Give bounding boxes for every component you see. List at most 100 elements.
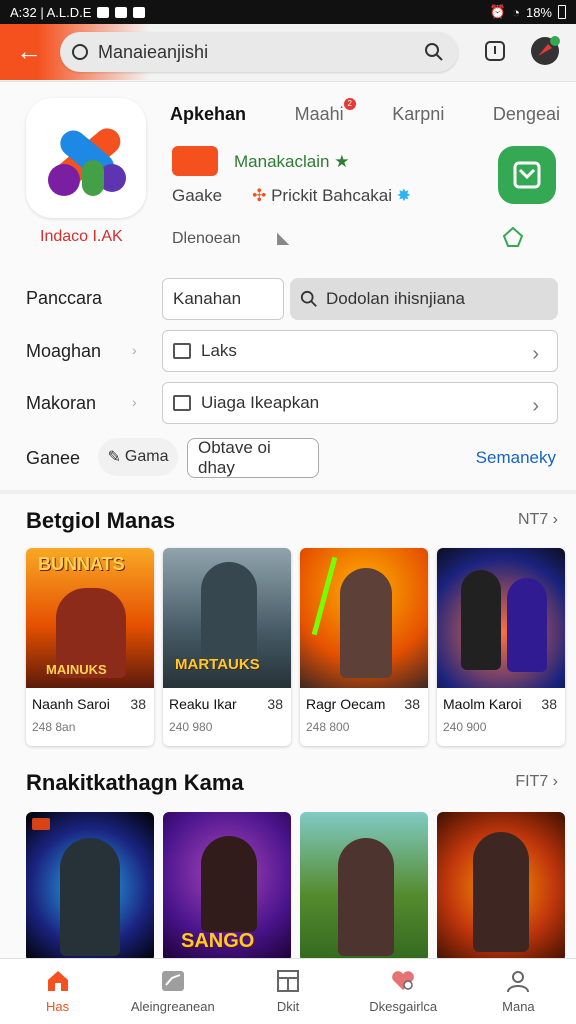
nav-favorites[interactable]: Dkesgairlca [346, 959, 461, 1024]
see-more-link[interactable]: FIT7 › [515, 773, 558, 791]
grid-icon [277, 970, 299, 992]
game-card[interactable] [437, 812, 565, 962]
game-chip-label: Gama [124, 448, 169, 465]
tab-maahi[interactable]: Maahi 2 [294, 98, 356, 125]
game-count: 38 [541, 696, 557, 712]
game-card[interactable]: SANGO [163, 812, 291, 962]
chart-icon [161, 971, 184, 991]
filter-search-value: Dodolan ihisnjiana [326, 289, 465, 308]
game-thumbnail: BUNNATS MAINUKS [26, 548, 154, 688]
links-field[interactable]: Laks › [162, 330, 558, 372]
pen-icon: ✎ [107, 449, 121, 466]
thumbnail-art-text: BUNNATS [38, 554, 125, 574]
row-label-2: Moaghan [26, 341, 102, 361]
tab-badge: 2 [343, 98, 356, 110]
hero-figure [201, 562, 257, 666]
nav-label: Aleingreanean [130, 999, 215, 1014]
search-icon[interactable] [424, 42, 444, 62]
nav-trending[interactable]: Aleingreanean [115, 959, 230, 1024]
hero-figure [201, 836, 257, 932]
game-title: Reaku Ikar [169, 696, 237, 712]
app-icon[interactable] [26, 98, 146, 218]
game-card[interactable] [26, 812, 154, 962]
option-value: Uiaga Ikeapkan [201, 393, 320, 412]
laser-sword [311, 556, 338, 636]
row-label-4: Ganee [26, 448, 81, 468]
row-label-3: Makoran [26, 393, 97, 413]
filter-search-input[interactable]: Dodolan ihisnjiana [290, 278, 558, 320]
game-size: 248 8an [32, 720, 76, 734]
battery-icon [558, 5, 566, 19]
install-button[interactable] [498, 146, 556, 204]
game-count: 38 [130, 696, 146, 712]
semaneky-link[interactable]: Semaneky [476, 448, 556, 468]
megaphone-icon[interactable]: ◣ [277, 230, 289, 247]
notification-icon [115, 6, 128, 18]
tab-apkehan[interactable]: Apkehan [170, 104, 246, 125]
see-more-label: FIT7 [515, 773, 549, 790]
row-label-1: Panccara [26, 288, 103, 308]
nav-profile[interactable]: Mana [461, 959, 576, 1024]
option-field[interactable]: Uiaga Ikeapkan › [162, 382, 558, 424]
see-more-link[interactable]: NT7 › [518, 511, 558, 529]
name-field[interactable]: Kanahan [162, 278, 284, 320]
tab-dengeai[interactable]: Dengeai [493, 104, 560, 125]
game-title: Ragr Oecam [306, 696, 386, 712]
status-bar: A:32 | A.L.D.E ⏰ ◔ 18% [0, 0, 576, 24]
tab-maahi-label: Maahi [294, 104, 344, 124]
download-icon[interactable] [482, 38, 508, 64]
game-card[interactable]: BUNNATS MAINUKS Naanh Saroi 38 248 8an [26, 548, 154, 746]
star-icon: ★ [334, 152, 350, 171]
game-size: 240 900 [443, 720, 487, 734]
obtain-button[interactable]: Obtave oi dhay [187, 438, 319, 478]
status-time: A:32 | A.L.D.E [10, 4, 92, 20]
nav-label: Has [46, 999, 70, 1014]
refresh-icon [72, 44, 88, 60]
avatar[interactable] [530, 36, 560, 66]
search-value: Manaieanjishi [98, 41, 209, 62]
back-arrow-icon[interactable]: ← [14, 36, 44, 66]
game-count: 38 [267, 696, 283, 712]
game-thumbnail: MARTAUKS [163, 548, 291, 688]
game-card[interactable]: Maolm Karoi 38 240 900 [437, 548, 565, 746]
game-card[interactable]: MARTAUKS Reaku Ikar 38 240 980 [163, 548, 291, 746]
game-count: 38 [404, 696, 420, 712]
battery-text: 18% [525, 4, 552, 20]
section-title: Rnakitkathagn Kama [26, 770, 244, 795]
thumbnail-art-subtext: MAINUKS [46, 662, 107, 677]
hero-figure [473, 832, 529, 952]
nav-label: Mana [502, 999, 535, 1014]
nav-label: Dkit [276, 999, 300, 1014]
person-icon [507, 971, 530, 993]
game-card[interactable] [300, 812, 428, 962]
corner-badge [32, 818, 50, 830]
game-title: Naanh Saroi [32, 696, 110, 712]
hero-figure [340, 568, 392, 678]
publisher-text: ✣ Prickit Bahcakai ✸ [252, 186, 411, 206]
tab-bar: Apkehan Maahi 2 Karpni Dengeai [170, 98, 560, 125]
see-more-label: NT7 [517, 511, 549, 528]
nav-home[interactable]: Has [0, 959, 115, 1024]
tab-karpni[interactable]: Karpni [392, 104, 444, 125]
game-thumbnail [437, 548, 565, 688]
search-input[interactable]: Manaieanjishi [60, 32, 458, 72]
maker-logo [172, 146, 218, 176]
maker-text[interactable]: Manakaclain ★ [234, 152, 349, 172]
chevron-right-icon: › [132, 394, 137, 410]
chevron-right-icon: › [532, 343, 539, 365]
game-chip[interactable]: ✎ Gama [98, 438, 178, 476]
bottom-nav: Has Aleingreanean Dkit Dkesgairlca Mana [0, 958, 576, 1024]
game-size: 248 800 [306, 720, 350, 734]
heart-icon [392, 971, 415, 990]
nav-grid[interactable]: Dkit [230, 959, 345, 1024]
app-label: Indaco I.AK [40, 228, 123, 245]
hero-figure [507, 578, 547, 672]
share-icon[interactable] [502, 226, 524, 248]
game-card[interactable]: Ragr Oecam 38 248 800 [300, 548, 428, 746]
chevron-right-icon: › [132, 342, 137, 358]
links-value: Laks [201, 341, 237, 360]
checkbox-icon [173, 395, 191, 411]
divider [0, 490, 576, 494]
chevron-right-icon: › [532, 395, 539, 417]
thumbnail-art-text: SANGO [181, 930, 255, 952]
